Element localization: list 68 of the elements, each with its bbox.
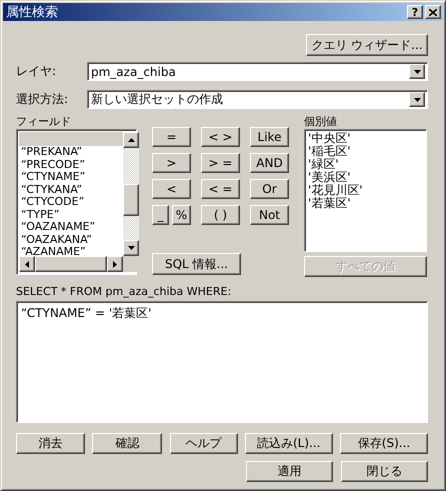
left-arrow-icon: [25, 260, 29, 268]
close-button[interactable]: [425, 5, 441, 19]
operator-button[interactable]: >: [152, 153, 191, 173]
operator-button[interactable]: %: [172, 205, 191, 225]
field-list-item[interactable]: “OAZANAME”: [19, 221, 123, 234]
window-title: 属性検索: [6, 4, 59, 21]
sql-label: SELECT * FROM pm_aza_chiba WHERE:: [16, 285, 232, 298]
dialog-button[interactable]: 適用: [246, 461, 333, 482]
field-list-item[interactable]: “TYPE”: [19, 208, 123, 221]
operator-button[interactable]: =: [152, 127, 191, 147]
scroll-right-button[interactable]: [107, 256, 123, 272]
field-list-item[interactable]: “CTYCODE”: [19, 196, 123, 208]
dialog-button[interactable]: 閉じる: [341, 461, 428, 482]
operator-button[interactable]: AND: [250, 153, 289, 173]
up-arrow-icon: [128, 138, 134, 142]
unique-values-list[interactable]: '中央区' '稲毛区' '緑区' '美浜区' '花見川区' '若葉区': [304, 129, 427, 252]
operator-button[interactable]: Not: [250, 205, 289, 225]
dialog-button[interactable]: 読込み(L)...: [244, 433, 333, 454]
operator-button[interactable]: <: [152, 179, 191, 199]
dialog-button[interactable]: 消去: [16, 433, 85, 454]
dropdown-arrow-button[interactable]: [409, 92, 425, 107]
operator-button[interactable]: < =: [201, 179, 240, 199]
operator-button[interactable]: Or: [250, 179, 289, 199]
dialog-button[interactable]: 確認: [92, 433, 162, 454]
field-list-item[interactable]: “AZANAME”: [19, 246, 123, 256]
operator-button[interactable]: < >: [201, 127, 240, 147]
horizontal-scrollbar[interactable]: [19, 256, 123, 272]
operator-button[interactable]: _: [152, 205, 169, 225]
operator-button[interactable]: Like: [250, 127, 289, 147]
layer-label: レイヤ:: [16, 63, 58, 80]
caret-icon: [414, 70, 420, 74]
scroll-down-button[interactable]: [123, 240, 139, 256]
field-list-item[interactable]: “CTYKANA”: [19, 184, 123, 196]
field-list[interactable]: “PREKANA” “PRECODE” “CTYNAME” “CTYKANA” “CTYCODE” “TYPE” “OAZANAME” “OAZAKANA” “AZANAME”: [16, 129, 137, 275]
value-list-item[interactable]: '緑区': [308, 158, 423, 171]
help-button[interactable]: ?: [407, 5, 423, 19]
dialog-button[interactable]: 保存(S)...: [340, 433, 428, 454]
layer-dropdown[interactable]: pm_aza_chiba: [87, 62, 428, 81]
value-list-item[interactable]: '花見川区': [308, 184, 423, 197]
down-arrow-icon: [128, 246, 134, 250]
method-label: 選択方法:: [16, 91, 70, 108]
field-list-item[interactable]: “OAZAKANA”: [19, 234, 123, 246]
value-list-item[interactable]: '若葉区': [308, 197, 423, 210]
dialog-button[interactable]: ヘルプ: [170, 433, 238, 454]
value-list-item[interactable]: '美浜区': [308, 171, 423, 184]
scroll-up-button[interactable]: [123, 132, 139, 148]
scroll-thumb[interactable]: [35, 256, 107, 272]
unique-values-label: 個別値: [304, 115, 338, 128]
field-list-item[interactable]: “PRECODE”: [19, 158, 123, 171]
operator-button[interactable]: > =: [201, 153, 240, 173]
scroll-thumb[interactable]: [123, 184, 139, 216]
operator-button[interactable]: ( ): [201, 205, 240, 225]
scrollbar-corner: [123, 256, 139, 272]
right-arrow-icon: [113, 260, 117, 268]
dropdown-arrow-button[interactable]: [409, 64, 425, 79]
field-list-item[interactable]: “PREKANA”: [19, 146, 123, 158]
selection-method-dropdown[interactable]: 新しい選択セットの作成: [87, 90, 428, 109]
vertical-scrollbar[interactable]: [123, 132, 139, 256]
value-list-item[interactable]: '稲毛区': [308, 145, 423, 158]
sql-info-button[interactable]: SQL 情報...: [152, 253, 241, 275]
fields-label: フィールド: [16, 115, 72, 128]
value-list-item[interactable]: '中央区': [308, 132, 423, 145]
scroll-left-button[interactable]: [19, 256, 35, 272]
field-list-item[interactable]: “CTYNAME”: [19, 171, 123, 184]
close-icon: [429, 8, 437, 16]
query-wizard-button[interactable]: クエリ ウィザード...: [306, 34, 428, 56]
caret-icon: [414, 98, 420, 102]
sql-expression-field[interactable]: “CTYNAME” = '若葉区': [16, 301, 428, 423]
